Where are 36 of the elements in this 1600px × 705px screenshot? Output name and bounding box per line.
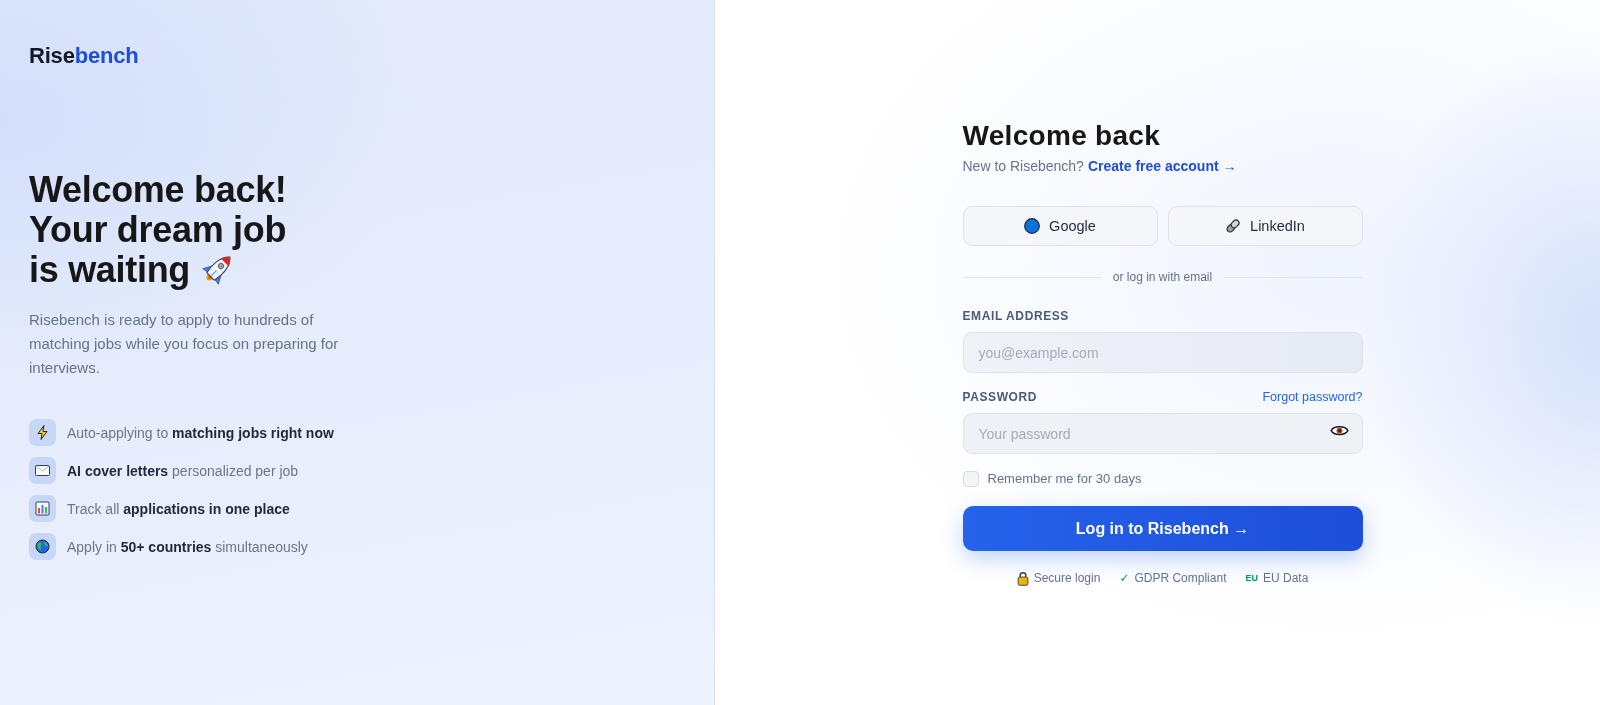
password-field[interactable]: Your password [962, 413, 1363, 454]
lock-icon [1016, 570, 1029, 586]
headline: Welcome back! [29, 170, 287, 210]
signup-prompt: New to Risebench? [962, 157, 1084, 176]
eu-tag: EU [1245, 570, 1258, 586]
checkmark-icon: ✓ [1119, 570, 1130, 586]
envelope-icon [29, 457, 56, 484]
remember-checkbox[interactable] [962, 471, 979, 487]
feature-text: Apply in 50+ countries simultaneously [67, 537, 308, 556]
trust-label: GDPR Compliant [1134, 570, 1227, 586]
feature-text: Auto-applying to matching jobs right now [67, 423, 334, 442]
logo: Risebench [29, 43, 139, 69]
social-login-button[interactable]: Google [962, 206, 1158, 246]
trust-label: EU Data [1263, 570, 1309, 586]
login-button[interactable]: Log in to Risebench → [962, 506, 1363, 551]
circle-icon [1024, 218, 1041, 234]
feature-text: AI cover letters personalized per job [67, 461, 299, 480]
headline: Your dream job [29, 210, 287, 250]
forgot-password-link[interactable]: Forgot password? [1262, 389, 1363, 405]
intro-text: Risebench is ready to apply to hundreds of matching jobs while you focus on preparing for interviews. [29, 310, 340, 378]
lightning-icon [29, 419, 56, 446]
email-field[interactable]: you@example.com [962, 332, 1363, 373]
remember-label: Remember me for 30 days [987, 471, 1142, 487]
social-login-button[interactable]: LinkedIn [1167, 206, 1363, 246]
create-account-link[interactable]: Create free account → [1087, 156, 1237, 176]
bar-chart-icon [29, 495, 56, 522]
headline: is waiting [29, 250, 191, 290]
globe-icon [29, 533, 56, 560]
trust-label: Secure login [1033, 570, 1101, 586]
field-label: EMAIL ADDRESS [962, 308, 1069, 324]
divider-text: or log in with email [1112, 269, 1213, 285]
field-label: PASSWORD [962, 389, 1038, 405]
form-title: Welcome back [962, 119, 1161, 153]
eye-icon[interactable] [1329, 423, 1349, 437]
feature-text: Track all applications in one place [67, 499, 290, 518]
chain-link-icon [1225, 218, 1242, 234]
